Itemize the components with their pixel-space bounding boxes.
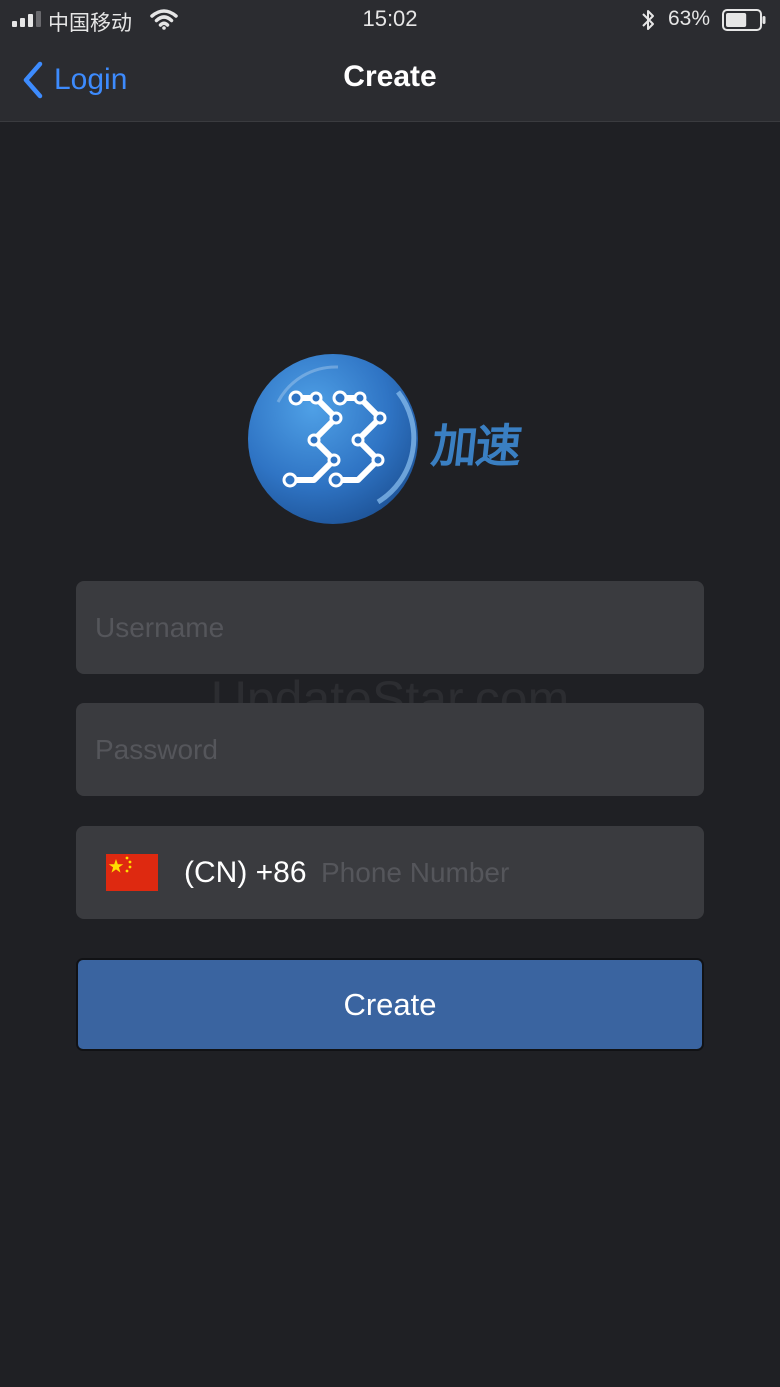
password-input[interactable] <box>76 703 704 796</box>
china-flag-icon[interactable] <box>106 854 158 891</box>
phone-field[interactable]: (CN) +86 <box>76 826 704 919</box>
battery-icon <box>722 9 766 31</box>
create-button[interactable]: Create <box>76 958 704 1051</box>
battery-level-fill <box>726 13 747 27</box>
status-time: 15:02 <box>362 6 418 31</box>
username-field[interactable] <box>76 581 704 674</box>
password-field[interactable] <box>76 703 704 796</box>
logo-text: 加速 <box>428 419 523 473</box>
battery-percent: 63% <box>668 7 711 30</box>
country-code-label[interactable]: (CN) +86 <box>184 856 307 890</box>
username-input[interactable] <box>76 581 704 674</box>
phone-number-input[interactable] <box>76 826 704 919</box>
screen: 中国移动 15:02 63% Login Create 加速 Username … <box>0 0 780 1387</box>
status-bar: 中国移动 15:02 63% <box>0 0 780 40</box>
bluetooth-icon <box>642 10 654 30</box>
nav-bar: Login Create <box>0 40 780 122</box>
page-title: Create <box>343 60 437 93</box>
